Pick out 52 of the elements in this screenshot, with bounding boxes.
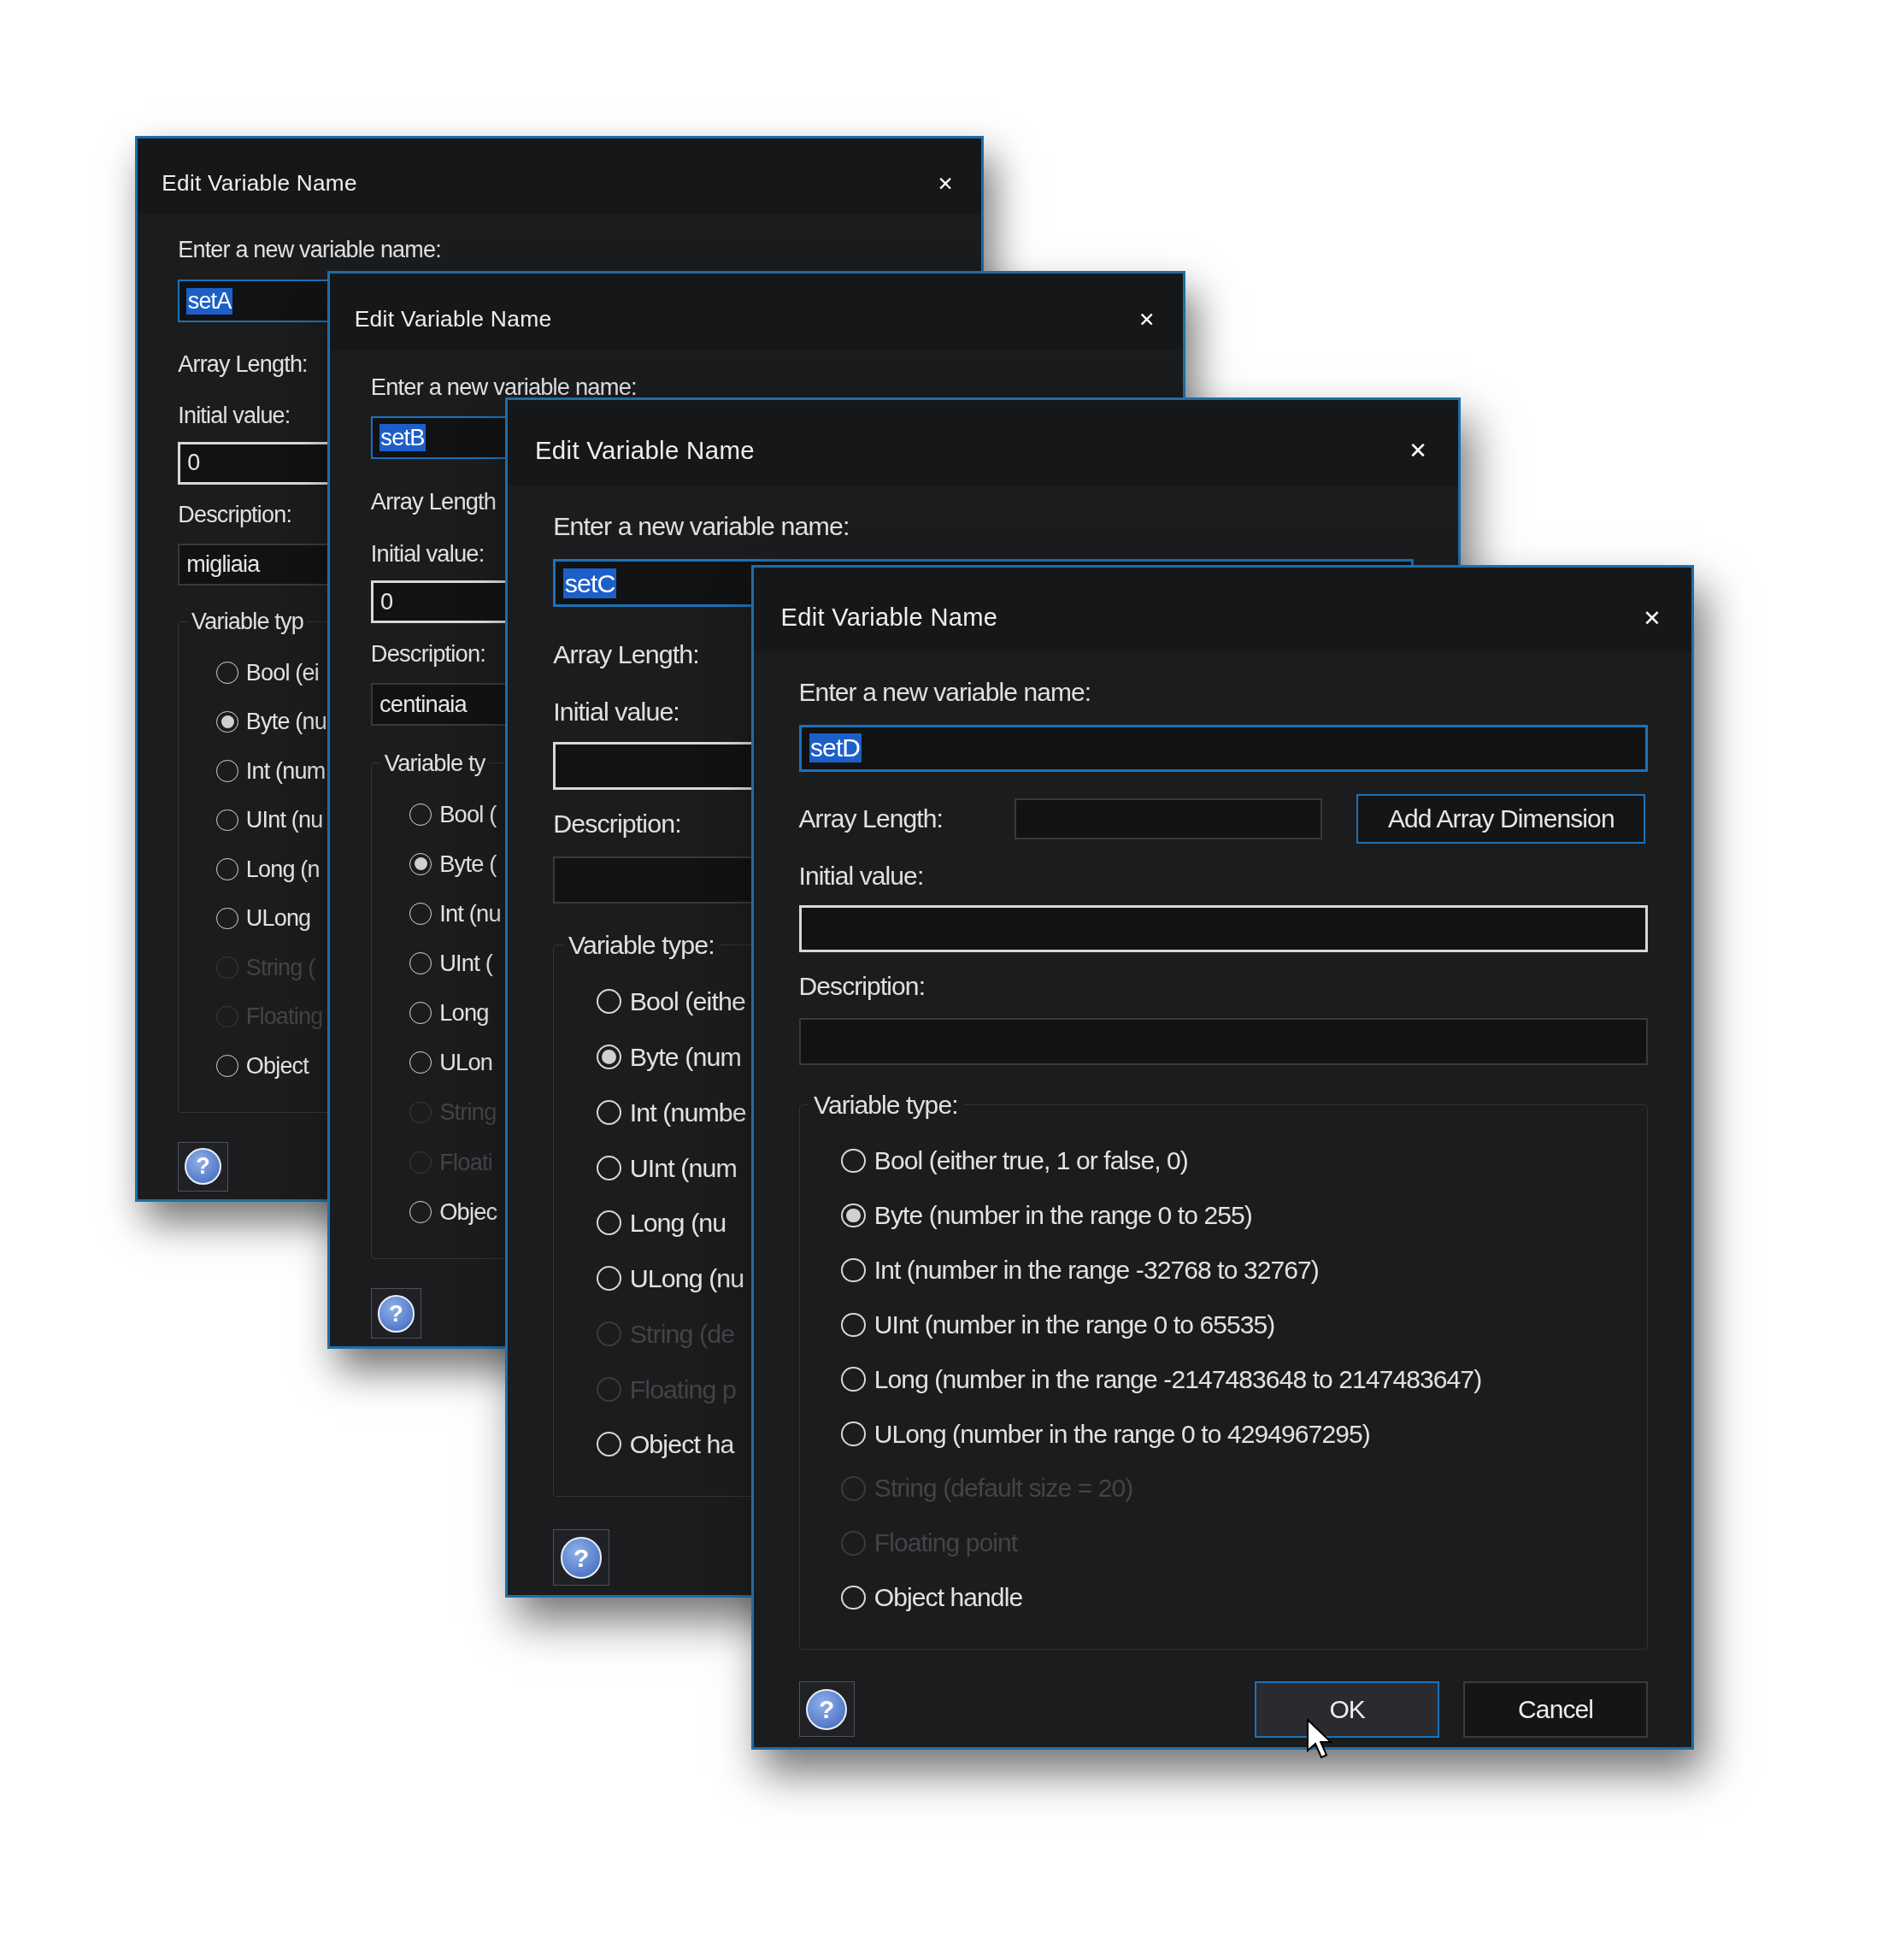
radio-label: Byte (number in the range 0 to 255) (873, 1200, 1252, 1230)
group-label: Variable typ (191, 609, 304, 636)
field-label: Array Length: (553, 639, 699, 670)
group-label: Variable ty (383, 749, 487, 777)
field-label: Array Length (370, 488, 497, 516)
radio-label: Int (num (245, 757, 326, 785)
radio-label: Byte ( (439, 850, 497, 878)
radio-label: Int (nu (439, 899, 501, 927)
window-title: Edit Variable Name (534, 436, 755, 466)
field-label: Description: (553, 808, 681, 839)
radio-label: Bool ( (439, 800, 497, 828)
radio-label: Bool (eithe (629, 986, 745, 1017)
field-label: Description: (798, 970, 926, 1002)
radio-label: Object handle (873, 1583, 1023, 1613)
radio-label: Long (nu (629, 1208, 726, 1239)
radio-label: Int (numbe (629, 1097, 746, 1127)
field-label: Enter a new variable name: (798, 677, 1091, 708)
radio-label: Object (245, 1052, 309, 1080)
radio-label: ULon (439, 1049, 493, 1077)
field-label: Array Length: (178, 350, 308, 378)
radio-label: Bool (ei (245, 659, 319, 686)
field-label: Initial value: (798, 860, 924, 892)
radio-label: UInt ( (439, 950, 492, 978)
field-label: Description: (178, 500, 292, 529)
field-label: Enter a new variable name: (178, 236, 441, 265)
radio-label: ULong (nu (629, 1263, 744, 1294)
radio-label: UInt (number in the range 0 to 65535) (873, 1310, 1275, 1339)
field-label: Initial value: (370, 539, 485, 569)
radio-label: Objec (439, 1198, 497, 1226)
field-label: Array Length: (798, 803, 943, 833)
field-label: Enter a new variable name: (370, 372, 637, 402)
group-label: Variable type: (567, 929, 715, 960)
window-title: Edit Variable Name (162, 170, 357, 197)
radio-label: ULong (number in the range 0 to 4294967295) (873, 1419, 1370, 1449)
radio-label: Int (number in the range -32768 to 32767) (873, 1255, 1319, 1285)
radio-label: Byte (num (629, 1042, 741, 1073)
radio-label: Byte (nu (245, 709, 326, 736)
radio-label: Object ha (629, 1429, 734, 1460)
field-label: Enter a new variable name: (553, 509, 850, 542)
window-title: Edit Variable Name (780, 603, 998, 632)
field-label: Initial value: (178, 401, 291, 430)
radio-label: UInt (num (629, 1152, 737, 1183)
window-title: Edit Variable Name (354, 305, 552, 333)
field-label: Initial value: (553, 696, 679, 728)
group-label: Variable type: (813, 1090, 959, 1120)
radio-label: Bool (either true, 1 or false, 0) (873, 1146, 1188, 1176)
radio-label: Long (n (245, 856, 320, 883)
radio-label: UInt (nu (245, 807, 323, 834)
radio-label: ULong (245, 905, 311, 933)
field-label: Description: (370, 639, 486, 669)
radio-label: Long (number in the range -2147483648 to 2147483647) (873, 1364, 1482, 1394)
radio-label: Long (439, 999, 489, 1027)
